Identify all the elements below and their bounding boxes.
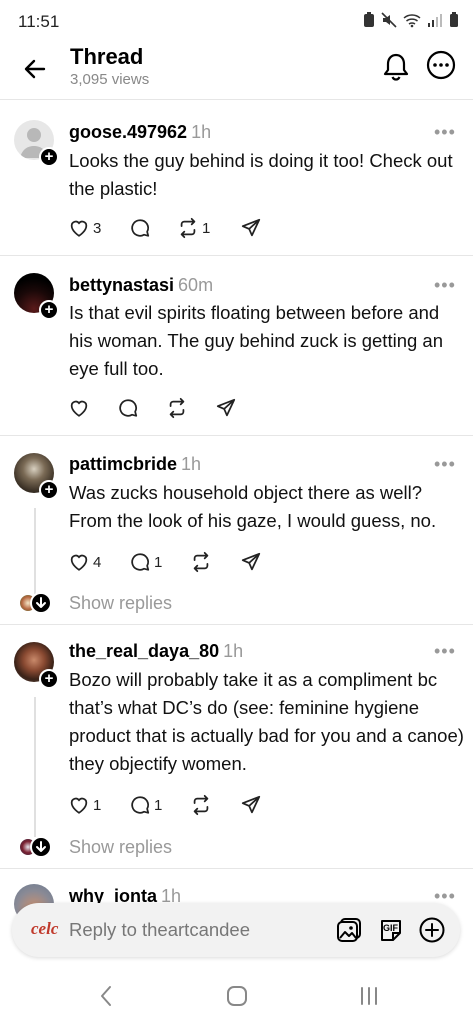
back-arrow-icon[interactable] <box>22 56 48 82</box>
repost-button[interactable] <box>190 550 212 574</box>
share-icon <box>241 552 261 571</box>
post-text: Was zucks household object there as well… <box>69 482 437 531</box>
thread-header: Thread 3,095 views <box>0 44 473 100</box>
share-icon <box>216 398 236 417</box>
battery-saver-icon <box>364 12 374 27</box>
heart-icon <box>70 797 88 814</box>
comment-button[interactable] <box>117 396 139 420</box>
wifi-icon <box>403 14 421 28</box>
reply-avatars[interactable] <box>18 592 52 614</box>
like-button[interactable]: 4 <box>68 550 101 574</box>
repost-button[interactable] <box>190 793 212 817</box>
more-circle-icon[interactable] <box>426 50 456 80</box>
share-button[interactable] <box>215 396 237 420</box>
username[interactable]: goose.497962 <box>69 122 187 142</box>
status-icons <box>363 12 459 28</box>
post-item[interactable]: + the_real_daya_80 1h ••• Bozo will proba… <box>0 625 473 868</box>
post-header: the_real_daya_80 1h <box>69 641 243 662</box>
repost-button[interactable] <box>166 396 188 420</box>
follow-plus-icon[interactable]: + <box>39 147 59 167</box>
comment-icon <box>131 219 150 237</box>
post-time: 1h <box>223 641 244 661</box>
like-button[interactable]: 1 <box>68 793 101 817</box>
reply-composer[interactable]: celc Reply to theartcandee GIF <box>12 903 460 957</box>
more-options-icon[interactable]: ••• <box>434 641 456 662</box>
post-text: Looks the guy behind is doing it too! Ch… <box>69 150 453 199</box>
share-button[interactable] <box>240 550 262 574</box>
reply-avatars[interactable] <box>18 836 52 858</box>
status-bar: 11:51 <box>0 0 473 44</box>
post-text: Bozo will probably take it as a complime… <box>69 669 464 774</box>
expand-replies-icon <box>30 836 52 858</box>
comment-icon <box>131 553 150 571</box>
repost-icon <box>193 794 209 816</box>
show-replies-link[interactable]: Show replies <box>69 593 172 614</box>
gif-icon[interactable]: GIF <box>378 916 404 944</box>
battery-icon <box>450 12 458 27</box>
comment-count: 1 <box>154 796 163 814</box>
like-count: 3 <box>93 219 102 237</box>
post-time: 1h <box>191 122 212 142</box>
view-count: 3,095 views <box>70 71 150 88</box>
bell-icon[interactable] <box>382 52 410 82</box>
comment-button[interactable] <box>129 216 151 240</box>
post-header: goose.497962 1h <box>69 122 211 143</box>
share-button[interactable] <box>240 793 262 817</box>
share-icon <box>241 218 261 237</box>
like-button[interactable]: 3 <box>68 216 101 240</box>
comment-count: 1 <box>154 553 163 571</box>
thread-line <box>34 508 36 594</box>
post-item[interactable]: + pattimcbride 1h ••• Was zucks household… <box>0 436 473 624</box>
post-time: 60m <box>178 275 214 295</box>
post-header: pattimcbride 1h <box>69 454 201 475</box>
post-text: Is that evil spirits floating between be… <box>69 302 443 379</box>
share-icon <box>241 795 261 814</box>
comment-icon <box>131 796 150 814</box>
repost-icon <box>193 551 209 573</box>
nav-recents-icon[interactable] <box>358 984 380 1008</box>
heart-icon <box>70 220 88 237</box>
status-time: 11:51 <box>18 12 60 31</box>
like-count: 1 <box>93 796 102 814</box>
comment-button[interactable]: 1 <box>129 793 162 817</box>
system-nav-bar <box>0 970 473 1024</box>
username[interactable]: pattimcbride <box>69 454 177 474</box>
more-options-icon[interactable]: ••• <box>434 454 456 475</box>
reply-input[interactable]: Reply to theartcandee <box>69 919 250 941</box>
follow-plus-icon[interactable]: + <box>39 669 59 689</box>
more-options-icon[interactable]: ••• <box>434 122 456 143</box>
follow-plus-icon[interactable]: + <box>39 300 59 320</box>
repost-icon <box>180 217 196 239</box>
nav-back-icon[interactable] <box>97 984 115 1008</box>
show-replies-link[interactable]: Show replies <box>69 837 172 858</box>
expand-replies-icon <box>30 592 52 614</box>
username[interactable]: bettynastasi <box>69 275 174 295</box>
username[interactable]: the_real_daya_80 <box>69 641 219 661</box>
nav-home-icon[interactable] <box>226 984 248 1008</box>
plus-circle-icon[interactable] <box>418 916 446 944</box>
comment-icon <box>119 399 138 417</box>
signal-icon <box>428 14 442 27</box>
heart-icon <box>70 400 88 417</box>
repost-icon <box>169 397 185 419</box>
like-button[interactable] <box>68 396 90 420</box>
share-button[interactable] <box>240 216 262 240</box>
image-icon[interactable] <box>335 916 363 944</box>
more-options-icon[interactable]: ••• <box>434 275 456 296</box>
thread-line <box>34 697 36 837</box>
gif-label: GIF <box>383 923 398 933</box>
page-title: Thread <box>70 44 144 69</box>
post-header: bettynastasi 60m <box>69 275 213 296</box>
heart-icon <box>70 554 88 571</box>
like-count: 4 <box>93 553 102 571</box>
repost-count: 1 <box>202 219 211 237</box>
repost-button[interactable]: 1 <box>177 216 210 240</box>
comment-button[interactable]: 1 <box>129 550 162 574</box>
post-item[interactable]: + goose.497962 1h ••• Looks the guy behin… <box>0 100 473 255</box>
follow-plus-icon[interactable]: + <box>39 480 59 500</box>
post-time: 1h <box>181 454 202 474</box>
post-item[interactable]: + bettynastasi 60m ••• Is that evil spiri… <box>0 256 473 435</box>
mute-icon <box>381 12 397 28</box>
account-avatar: celc <box>31 919 59 938</box>
